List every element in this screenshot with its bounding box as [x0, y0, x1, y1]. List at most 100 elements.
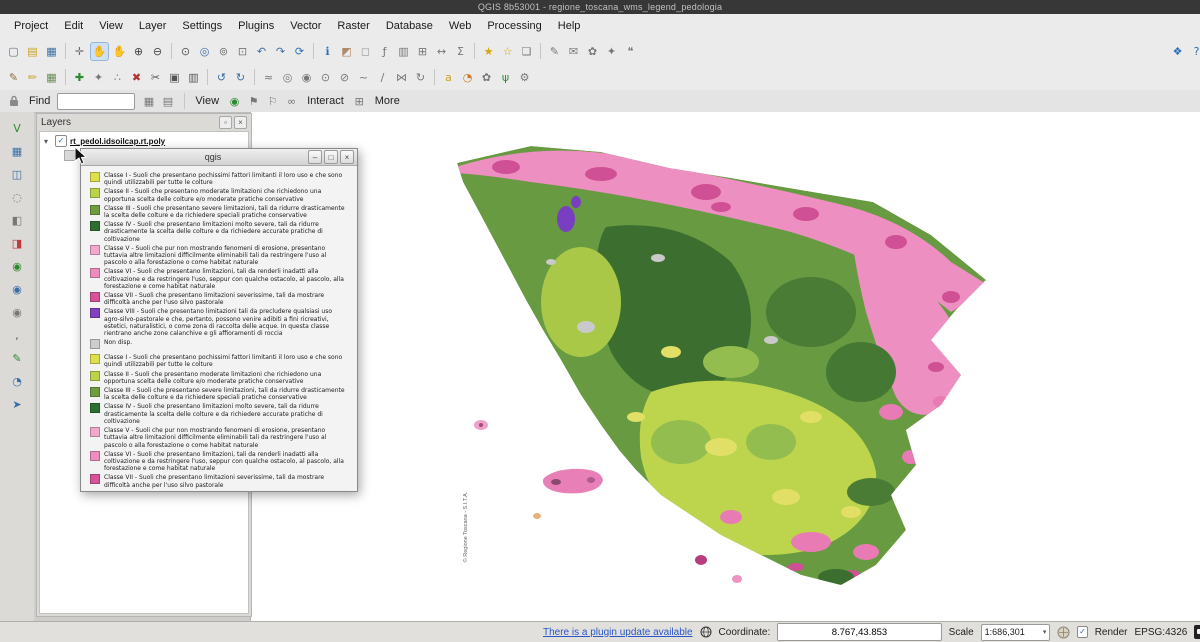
render-checkbox[interactable]: ✓: [1077, 626, 1087, 638]
plugin-manager-icon[interactable]: ❖: [1169, 43, 1186, 60]
zoom-to-layer-icon[interactable]: ⊡: [234, 43, 251, 60]
identify-features-icon[interactable]: ℹ: [319, 43, 336, 60]
add-delimited-text-icon[interactable]: ,: [9, 327, 26, 344]
whats-this-icon[interactable]: ?: [1188, 43, 1200, 60]
pan-map-icon[interactable]: ✋: [90, 42, 109, 61]
processing-options-icon[interactable]: ⚙: [516, 69, 533, 86]
lock-icon[interactable]: [5, 93, 22, 110]
open-project-icon[interactable]: ▤: [24, 43, 41, 60]
coordinate-input[interactable]: [777, 623, 941, 641]
zoom-out-icon[interactable]: ⊖: [149, 43, 166, 60]
metasearch-icon[interactable]: ◔: [9, 373, 26, 390]
new-bookmark-icon[interactable]: ★: [480, 43, 497, 60]
deselect-features-icon[interactable]: ◻: [357, 43, 374, 60]
cut-features-icon[interactable]: ✂: [147, 69, 164, 86]
grid-icon[interactable]: ⊞: [351, 93, 368, 110]
add-ring-icon[interactable]: ◎: [279, 69, 296, 86]
layer-item[interactable]: ▾ ✓ rt_pedol.idsoilcap.rt.poly: [40, 132, 248, 148]
map-canvas[interactable]: © Regione Toscana - S.I.T.A.: [250, 112, 1200, 622]
rotate-feature-icon[interactable]: ↻: [412, 69, 429, 86]
touch-zoom-icon[interactable]: ✛: [71, 43, 88, 60]
show-bookmarks-icon[interactable]: ☆: [499, 43, 516, 60]
qgis-legend-window[interactable]: qgis – □ × Classe I - Suoli che presenta…: [80, 148, 358, 492]
menu-layer[interactable]: Layer: [131, 17, 175, 35]
grass-tools-icon[interactable]: ψ: [497, 69, 514, 86]
link-icon[interactable]: ∞: [283, 93, 300, 110]
add-raster-layer-icon[interactable]: ▦: [9, 143, 26, 160]
merge-features-icon[interactable]: ⋈: [393, 69, 410, 86]
menu-help[interactable]: Help: [550, 17, 589, 35]
menu-project[interactable]: Project: [6, 17, 56, 35]
node-tool-icon[interactable]: ∴: [109, 69, 126, 86]
menu-plugins[interactable]: Plugins: [230, 17, 282, 35]
save-edits-icon[interactable]: ▦: [43, 69, 60, 86]
map-tips-icon[interactable]: ❝: [622, 43, 639, 60]
maximize-button[interactable]: □: [324, 150, 338, 164]
dialog-titlebar[interactable]: qgis – □ ×: [81, 149, 357, 166]
move-feature-icon[interactable]: ✦: [90, 69, 107, 86]
reshape-features-icon[interactable]: ~: [355, 69, 372, 86]
add-wcs-layer-icon[interactable]: ◉: [9, 281, 26, 298]
delete-selected-icon[interactable]: ✖: [128, 69, 145, 86]
add-wfs-layer-icon[interactable]: ◉: [9, 304, 26, 321]
select-features-icon[interactable]: ◩: [338, 43, 355, 60]
pan-to-selection-icon[interactable]: ✋: [111, 43, 128, 60]
paste-features-icon[interactable]: ▥: [185, 69, 202, 86]
crs-status-icon[interactable]: [1057, 626, 1070, 639]
zoom-last-icon[interactable]: ↶: [253, 43, 270, 60]
more-label[interactable]: More: [373, 95, 402, 107]
copy-features-icon[interactable]: ▣: [166, 69, 183, 86]
move-annotation-icon[interactable]: ✦: [603, 43, 620, 60]
field-calculator-icon[interactable]: ⊞: [414, 43, 431, 60]
menu-raster[interactable]: Raster: [329, 17, 377, 35]
redo-icon[interactable]: ↻: [232, 69, 249, 86]
globe-icon[interactable]: ◉: [226, 93, 243, 110]
svg-annotation-icon[interactable]: ✿: [584, 43, 601, 60]
expander-icon[interactable]: ▾: [44, 137, 52, 146]
save-project-icon[interactable]: ▦: [43, 43, 60, 60]
add-spatialite-layer-icon[interactable]: ◌: [9, 189, 26, 206]
add-vector-layer-icon[interactable]: V: [9, 120, 26, 137]
labeling-icon[interactable]: a: [440, 69, 457, 86]
zoom-full-icon[interactable]: ◎: [196, 43, 213, 60]
menu-vector[interactable]: Vector: [282, 17, 329, 35]
add-wms-layer-icon[interactable]: ◉: [9, 258, 26, 275]
split-features-icon[interactable]: ∕: [374, 69, 391, 86]
text-annotation-icon[interactable]: ✎: [546, 43, 563, 60]
zoom-native-icon[interactable]: ⊙: [177, 43, 194, 60]
toggle-editing-icon[interactable]: ✏: [24, 69, 41, 86]
zoom-next-icon[interactable]: ↷: [272, 43, 289, 60]
select-by-expression-icon[interactable]: ƒ: [376, 43, 393, 60]
current-edits-icon[interactable]: ✎: [5, 69, 22, 86]
add-oracle-layer-icon[interactable]: ◨: [9, 235, 26, 252]
form-annotation-icon[interactable]: ✉: [565, 43, 582, 60]
menu-web[interactable]: Web: [441, 17, 479, 35]
zoom-to-selection-icon[interactable]: ⊚: [215, 43, 232, 60]
statistical-summary-icon[interactable]: Σ: [452, 43, 469, 60]
delete-ring-icon[interactable]: ⊘: [336, 69, 353, 86]
measure-line-icon[interactable]: ↔: [433, 43, 450, 60]
interact-label[interactable]: Interact: [305, 95, 346, 107]
fill-ring-icon[interactable]: ⊙: [317, 69, 334, 86]
new-map-view-icon[interactable]: ❏: [518, 43, 535, 60]
menu-settings[interactable]: Settings: [174, 17, 230, 35]
new-shapefile-layer-icon[interactable]: ✎: [9, 350, 26, 367]
add-mssql-layer-icon[interactable]: ◧: [9, 212, 26, 229]
add-feature-icon[interactable]: ✚: [71, 69, 88, 86]
add-part-icon[interactable]: ◉: [298, 69, 315, 86]
close-panel-icon[interactable]: ×: [234, 116, 247, 129]
menu-view[interactable]: View: [91, 17, 131, 35]
refresh-map-icon[interactable]: ⟳: [291, 43, 308, 60]
scale-combo[interactable]: 1:686,301 ▾: [981, 624, 1051, 641]
unpin-icon[interactable]: ⚐: [264, 93, 281, 110]
find-input[interactable]: [57, 93, 135, 110]
python-console-icon[interactable]: ➤: [9, 396, 26, 413]
minimize-button[interactable]: –: [308, 150, 322, 164]
table-button-icon[interactable]: ▦: [140, 93, 157, 110]
zoom-in-icon[interactable]: ⊕: [130, 43, 147, 60]
menu-database[interactable]: Database: [378, 17, 441, 35]
decoration-icon[interactable]: ✿: [478, 69, 495, 86]
diagram-icon[interactable]: ◔: [459, 69, 476, 86]
layout-icon[interactable]: ▤: [159, 93, 176, 110]
log-messages-icon[interactable]: [1194, 625, 1200, 639]
